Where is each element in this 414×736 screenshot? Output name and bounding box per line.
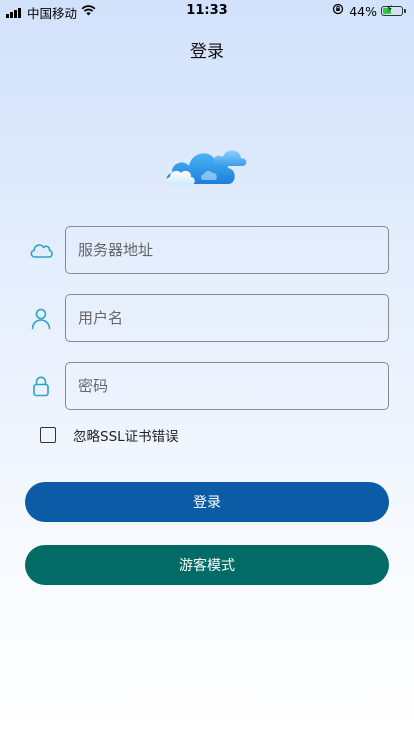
login-button[interactable]: 登录 <box>25 482 389 522</box>
battery-tip <box>404 9 406 13</box>
cloud-logo-icon <box>164 140 248 188</box>
lock-icon <box>28 374 54 398</box>
ignore-ssl-label[interactable]: 忽略SSL证书错误 <box>73 425 179 445</box>
cloud-icon <box>28 238 54 262</box>
server-field-row <box>0 226 414 274</box>
status-bar-right: 44% ⚡ <box>332 3 406 19</box>
guest-mode-button[interactable]: 游客模式 <box>25 545 389 585</box>
ignore-ssl-checkbox[interactable] <box>40 427 56 443</box>
rotation-lock-icon <box>332 3 344 19</box>
username-field-row <box>0 294 414 342</box>
status-bar: 中国移动 11:33 44% ⚡ <box>0 0 414 22</box>
battery-percent: 44% <box>349 3 377 19</box>
password-field-row <box>0 362 414 410</box>
password-input[interactable] <box>65 362 389 410</box>
username-input[interactable] <box>65 294 389 342</box>
ignore-ssl-row[interactable]: 忽略SSL证书错误 <box>40 425 179 445</box>
battery-icon: ⚡ <box>381 4 403 16</box>
user-icon <box>28 306 54 330</box>
server-address-input[interactable] <box>65 226 389 274</box>
page-title: 登录 <box>190 42 224 62</box>
